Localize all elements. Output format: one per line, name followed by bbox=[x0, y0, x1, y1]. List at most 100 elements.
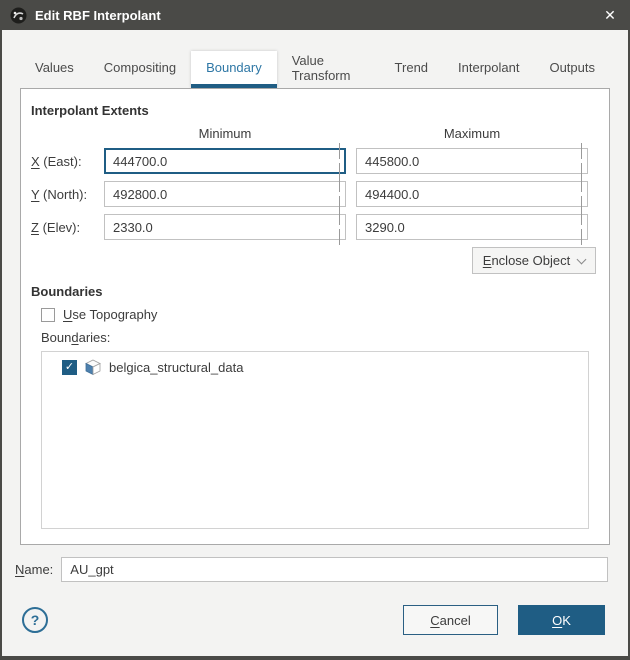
tab-outputs[interactable]: Outputs bbox=[534, 51, 610, 88]
label-part: X bbox=[31, 153, 40, 169]
z-maximum-field bbox=[356, 209, 588, 245]
label-part: O bbox=[552, 612, 563, 628]
label-part: K bbox=[562, 612, 571, 628]
cancel-label: Cancel bbox=[430, 613, 470, 628]
list-item[interactable]: ✓ belgica_structural_data bbox=[42, 352, 588, 376]
x-minimum-field bbox=[104, 143, 346, 179]
rbf-interpolant-icon bbox=[10, 7, 27, 23]
help-button[interactable]: ? bbox=[22, 607, 48, 633]
cancel-button[interactable]: Cancel bbox=[403, 605, 498, 635]
z-minimum-spinner bbox=[339, 209, 340, 245]
name-label: Name: bbox=[15, 562, 53, 577]
label-part: ame: bbox=[24, 562, 54, 577]
boundary-tab-panel: Interpolant Extents Minimum Maximum X (E… bbox=[20, 88, 610, 545]
chevron-up-icon bbox=[339, 176, 340, 192]
y-maximum-spinner bbox=[581, 176, 582, 212]
x-maximum-field bbox=[356, 143, 588, 179]
x-maximum-input[interactable] bbox=[356, 148, 588, 174]
chevron-down-icon bbox=[581, 229, 582, 245]
ok-button[interactable]: OK bbox=[518, 605, 605, 635]
help-icon: ? bbox=[30, 612, 40, 628]
z-minimum-field bbox=[104, 209, 346, 245]
chevron-down-icon bbox=[576, 254, 587, 264]
spin-up-button[interactable] bbox=[339, 143, 340, 159]
tab-value-transform[interactable]: Value Transform bbox=[277, 51, 380, 88]
extent-row-y: Y (North): bbox=[31, 176, 609, 212]
label-part: se Topography bbox=[72, 307, 158, 322]
y-maximum-field bbox=[356, 176, 588, 212]
tab-compositing[interactable]: Compositing bbox=[89, 51, 191, 88]
y-minimum-field bbox=[104, 176, 346, 212]
tab-trend[interactable]: Trend bbox=[380, 51, 443, 88]
boundaries-heading: Boundaries bbox=[31, 284, 103, 299]
use-topography-label: Use Topography bbox=[63, 307, 157, 322]
use-topography-row[interactable]: Use Topography bbox=[41, 307, 609, 322]
boundaries-list-label: Boundaries: bbox=[41, 330, 609, 345]
y-minimum-input[interactable] bbox=[104, 181, 346, 207]
label-part: ancel bbox=[439, 612, 471, 628]
x-east-label: X (East): bbox=[31, 154, 104, 169]
x-minimum-input[interactable] bbox=[104, 148, 346, 174]
use-topography-checkbox[interactable] bbox=[41, 307, 55, 322]
chevron-up-icon bbox=[581, 176, 582, 192]
maximum-column-header: Maximum bbox=[443, 126, 501, 141]
z-elev-label: Z (Elev): bbox=[31, 220, 104, 235]
extent-row-z: Z (Elev): bbox=[31, 209, 609, 245]
interpolant-extents-heading: Interpolant Extents bbox=[31, 103, 149, 118]
x-maximum-spinner bbox=[581, 143, 582, 179]
ok-label: OK bbox=[552, 613, 571, 628]
extent-row-x: X (East): bbox=[31, 143, 609, 179]
label-part: C bbox=[430, 612, 440, 628]
chevron-up-icon bbox=[339, 209, 340, 225]
spin-down-button[interactable] bbox=[339, 229, 340, 245]
chevron-up-icon bbox=[581, 143, 582, 159]
tab-values[interactable]: Values bbox=[20, 51, 89, 88]
dialog-body: Values Compositing Boundary Value Transf… bbox=[2, 30, 628, 656]
chevron-down-icon bbox=[339, 229, 340, 245]
label-part: Boun bbox=[41, 330, 72, 345]
title-bar: Edit RBF Interpolant ✕ bbox=[0, 0, 630, 30]
label-part: (North): bbox=[39, 186, 88, 202]
label-part: U bbox=[63, 307, 73, 322]
extents-column-headers: Minimum Maximum bbox=[31, 126, 609, 141]
y-minimum-spinner bbox=[339, 176, 340, 212]
chevron-up-icon bbox=[581, 209, 582, 225]
dialog-title: Edit RBF Interpolant bbox=[35, 7, 161, 23]
label-part: nclose Object bbox=[491, 253, 571, 268]
spin-up-button[interactable] bbox=[339, 209, 340, 225]
enclose-object-label: Enclose Object bbox=[483, 253, 570, 268]
x-minimum-spinner bbox=[339, 143, 340, 179]
tab-bar: Values Compositing Boundary Value Transf… bbox=[20, 51, 610, 88]
boundary-item-label: belgica_structural_data bbox=[109, 360, 244, 375]
boundary-item-checkbox[interactable]: ✓ bbox=[62, 360, 77, 375]
label-part: (East): bbox=[39, 153, 82, 169]
z-minimum-input[interactable] bbox=[104, 214, 346, 240]
tab-interpolant[interactable]: Interpolant bbox=[443, 51, 534, 88]
mesh-cube-icon bbox=[85, 359, 101, 376]
z-maximum-spinner bbox=[581, 209, 582, 245]
spin-down-button[interactable] bbox=[581, 229, 582, 245]
label-part: d bbox=[71, 330, 79, 345]
minimum-column-header: Minimum bbox=[198, 126, 252, 141]
spin-up-button[interactable] bbox=[581, 176, 582, 192]
y-north-label: Y (North): bbox=[31, 187, 104, 202]
footer: ? Cancel OK bbox=[22, 604, 605, 636]
close-icon: ✕ bbox=[604, 6, 616, 23]
enclose-object-button[interactable]: Enclose Object bbox=[472, 247, 596, 274]
boundaries-list[interactable]: ✓ belgica_structural_data bbox=[41, 351, 589, 529]
spin-up-button[interactable] bbox=[581, 143, 582, 159]
close-button[interactable]: ✕ bbox=[590, 0, 630, 30]
spin-up-button[interactable] bbox=[339, 176, 340, 192]
spin-up-button[interactable] bbox=[581, 209, 582, 225]
name-input[interactable] bbox=[61, 557, 608, 582]
chevron-up-icon bbox=[339, 143, 340, 159]
z-maximum-input[interactable] bbox=[356, 214, 588, 240]
edit-rbf-interpolant-dialog: Edit RBF Interpolant ✕ Values Compositin… bbox=[0, 0, 630, 660]
name-row: Name: bbox=[15, 557, 608, 582]
tab-boundary[interactable]: Boundary bbox=[191, 51, 277, 88]
label-part: (Elev): bbox=[38, 219, 81, 235]
y-maximum-input[interactable] bbox=[356, 181, 588, 207]
label-part: aries: bbox=[78, 330, 111, 345]
label-part: N bbox=[15, 562, 25, 577]
enclose-object-row: Enclose Object bbox=[21, 247, 609, 274]
